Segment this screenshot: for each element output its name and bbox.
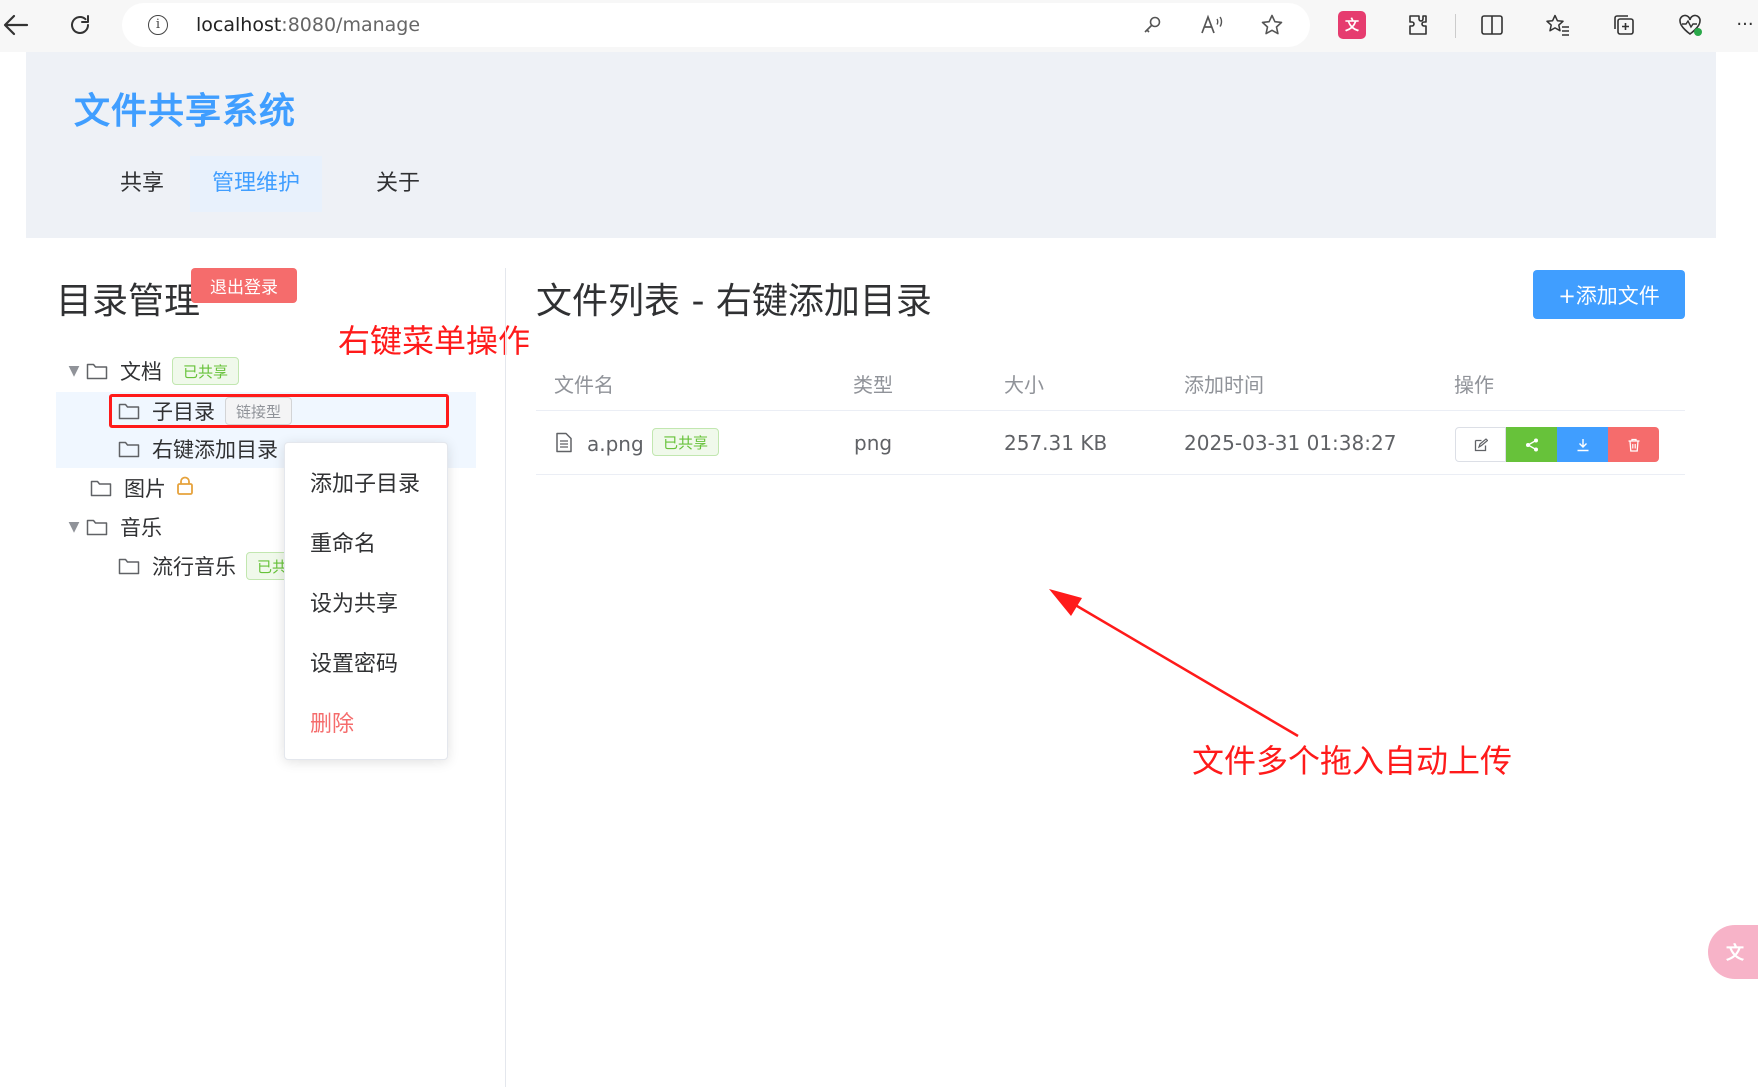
health-icon[interactable] xyxy=(1674,9,1706,41)
menu-set-shared[interactable]: 设为共享 xyxy=(310,586,398,618)
folder-icon xyxy=(118,557,142,575)
app-header: 文件共享系统 共享 管理维护 关于 xyxy=(26,52,1716,238)
nav-tab-share[interactable]: 共享 xyxy=(98,156,186,212)
caret-down-icon[interactable]: ▼ xyxy=(62,519,86,535)
file-type: png xyxy=(854,431,893,455)
app-title: 文件共享系统 xyxy=(74,91,297,132)
edit-button[interactable] xyxy=(1455,427,1506,462)
panel-divider xyxy=(505,268,506,1087)
share-button[interactable] xyxy=(1506,427,1557,462)
context-menu: 添加子目录 重命名 设为共享 设置密码 删除 xyxy=(284,442,448,760)
tree-node-label: 音乐 xyxy=(120,516,162,540)
download-icon xyxy=(1577,438,1588,451)
favorite-star-icon[interactable] xyxy=(1258,11,1286,39)
caret-down-icon[interactable]: ▼ xyxy=(62,363,86,379)
browser-toolbar: i localhost:8080/manage 文 ··· xyxy=(0,0,1758,52)
tree-node-music[interactable]: ▼ 音乐 xyxy=(62,508,162,546)
column-header-name: 文件名 xyxy=(554,373,614,397)
download-button[interactable] xyxy=(1557,427,1608,462)
favorites-icon[interactable] xyxy=(1542,9,1574,41)
folder-icon xyxy=(86,518,110,536)
back-icon[interactable] xyxy=(0,9,32,41)
share-icon xyxy=(1525,438,1538,451)
column-header-time: 添加时间 xyxy=(1184,373,1264,397)
menu-set-password[interactable]: 设置密码 xyxy=(310,646,398,678)
column-header-type: 类型 xyxy=(853,373,893,397)
translate-ext-icon[interactable]: 文 xyxy=(1338,11,1366,39)
tree-node-pictures[interactable]: 图片 xyxy=(90,469,194,507)
nav-tab-manage[interactable]: 管理维护 xyxy=(190,156,323,212)
toolbar-separator xyxy=(1455,14,1456,38)
annotation-upload: 文件多个拖入自动上传 xyxy=(1192,742,1513,780)
info-icon[interactable]: i xyxy=(148,15,168,35)
key-icon[interactable] xyxy=(1138,11,1166,39)
tree-node-label: 图片 xyxy=(124,477,166,501)
nav-tab-about[interactable]: 关于 xyxy=(354,156,442,212)
tree-node-docs[interactable]: ▼ 文档 已共享 xyxy=(62,352,240,390)
tree-node-label: 流行音乐 xyxy=(152,555,236,579)
table-divider xyxy=(536,410,1685,411)
refresh-icon[interactable] xyxy=(64,9,96,41)
column-header-actions: 操作 xyxy=(1454,373,1494,397)
file-added-time: 2025-03-31 01:38:27 xyxy=(1184,431,1397,455)
tree-node-right-click-dir[interactable]: 右键添加目录 xyxy=(118,430,278,468)
lock-icon xyxy=(176,476,194,501)
translate-float-icon[interactable]: 文 xyxy=(1708,925,1758,979)
menu-delete[interactable]: 删除 xyxy=(310,706,354,738)
edit-icon xyxy=(1474,437,1488,451)
url-text[interactable]: localhost:8080/manage xyxy=(196,14,420,36)
trash-icon xyxy=(1628,438,1639,452)
folder-icon xyxy=(86,362,110,380)
directory-heading: 目录管理 xyxy=(56,281,201,322)
column-header-size: 大小 xyxy=(1004,373,1044,397)
file-icon xyxy=(555,432,573,457)
tree-node-label: 右键添加目录 xyxy=(152,438,278,462)
split-screen-icon[interactable] xyxy=(1476,9,1508,41)
address-bar[interactable]: i localhost:8080/manage xyxy=(122,3,1310,47)
file-size: 257.31 KB xyxy=(1004,431,1108,455)
collections-icon[interactable] xyxy=(1608,9,1640,41)
menu-add-subdir[interactable]: 添加子目录 xyxy=(310,466,420,498)
row-actions xyxy=(1455,427,1659,462)
menu-rename[interactable]: 重命名 xyxy=(310,526,376,558)
extensions-icon[interactable] xyxy=(1402,9,1434,41)
folder-icon xyxy=(90,479,114,497)
annotation-right-click: 右键菜单操作 xyxy=(338,322,531,360)
folder-icon xyxy=(118,440,142,458)
annotation-highlight-box xyxy=(109,394,449,428)
delete-button[interactable] xyxy=(1608,427,1659,462)
tree-node-label: 文档 xyxy=(120,360,162,384)
table-divider xyxy=(536,474,1685,475)
file-list-heading: 文件列表 - 右键添加目录 xyxy=(536,281,932,322)
shared-tag: 已共享 xyxy=(652,428,720,456)
read-aloud-icon[interactable] xyxy=(1198,11,1226,39)
more-icon[interactable]: ··· xyxy=(1732,9,1758,41)
tree-node-pop-music[interactable]: 流行音乐 已共 xyxy=(118,547,299,585)
shared-tag: 已共享 xyxy=(172,357,240,385)
file-name[interactable]: a.png xyxy=(587,432,644,456)
logout-button[interactable]: 退出登录 xyxy=(191,268,297,303)
add-file-button[interactable]: +添加文件 xyxy=(1533,270,1685,319)
